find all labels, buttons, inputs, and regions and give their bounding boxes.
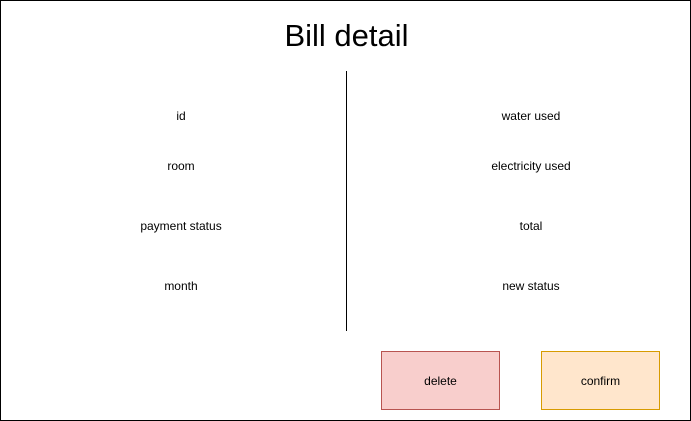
- field-room: room: [167, 159, 195, 173]
- field-new-status: new status: [502, 279, 560, 293]
- delete-button[interactable]: delete: [381, 351, 500, 410]
- page-title: Bill detail: [284, 18, 409, 53]
- field-water-used: water used: [501, 109, 561, 123]
- field-electricity-used: electricity used: [491, 159, 571, 173]
- field-total: total: [519, 219, 543, 233]
- confirm-button[interactable]: confirm: [541, 351, 660, 410]
- field-id: id: [176, 109, 186, 123]
- bill-detail-panel: Bill detail id room payment status month…: [0, 0, 691, 421]
- confirm-button-label: confirm: [580, 373, 621, 388]
- field-month: month: [164, 279, 198, 293]
- delete-button-label: delete: [424, 373, 457, 388]
- field-payment-status: payment status: [140, 219, 222, 233]
- column-divider: [346, 71, 347, 331]
